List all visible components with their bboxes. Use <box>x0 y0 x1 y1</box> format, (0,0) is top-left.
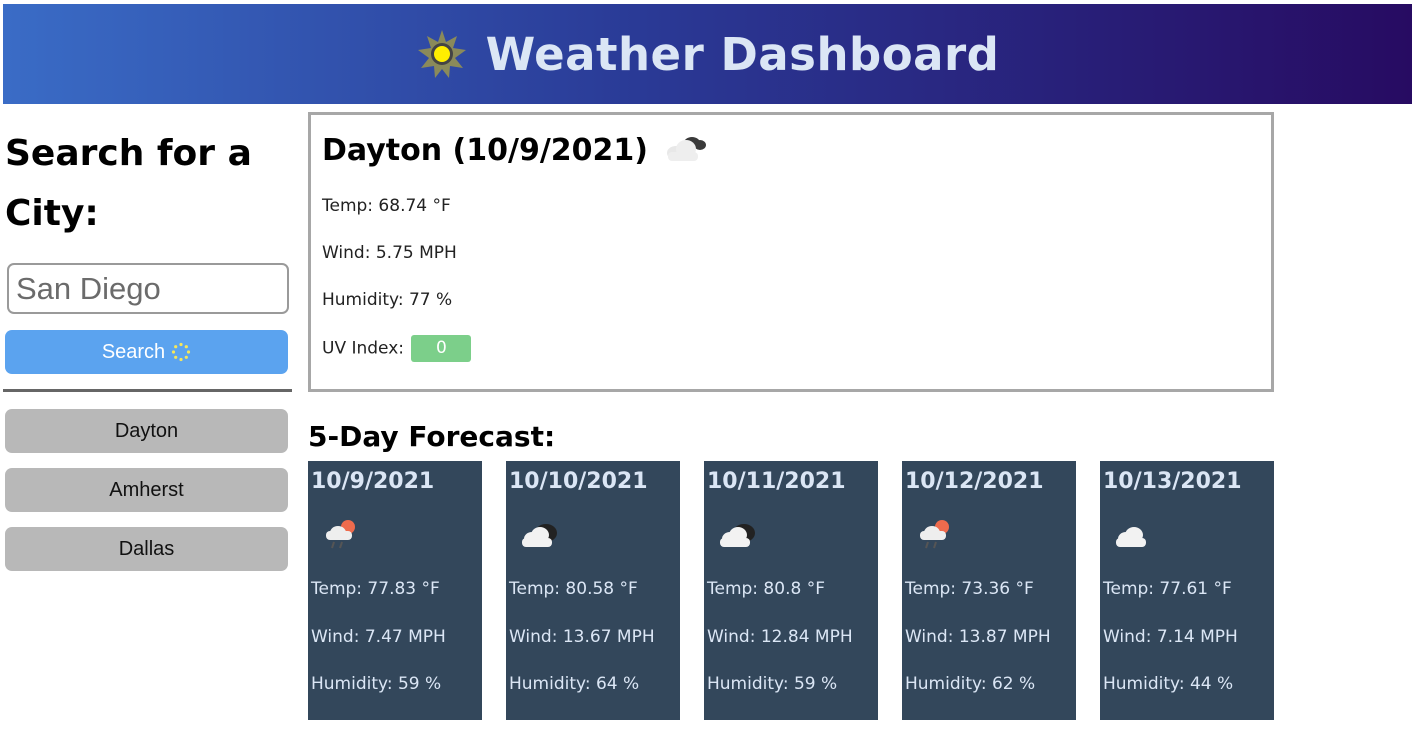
search-button[interactable]: Search <box>5 330 288 374</box>
forecast-wind: Wind: 7.47 MPH <box>311 627 446 647</box>
forecast-temp: Temp: 73.36 °F <box>905 579 1034 599</box>
forecast-temp: Temp: 77.83 °F <box>311 579 440 599</box>
forecast-date: 10/10/2021 <box>509 469 648 494</box>
uv-index-badge: 0 <box>411 335 472 362</box>
current-temp: Temp: 68.74 °F <box>322 196 451 216</box>
current-uv: UV Index: 0 <box>322 335 472 362</box>
history-button-amherst[interactable]: Amherst <box>5 468 288 512</box>
sidebar-divider <box>3 389 292 392</box>
cloudy-icon <box>720 524 755 547</box>
forecast-date: 10/12/2021 <box>905 469 1044 494</box>
cloudy-icon <box>522 524 557 547</box>
forecast-wind: Wind: 13.67 MPH <box>509 627 655 647</box>
uv-label: UV Index: <box>322 338 405 359</box>
cloud-icon <box>1116 527 1146 547</box>
forecast-humidity: Humidity: 62 % <box>905 674 1036 694</box>
forecast-humidity: Humidity: 44 % <box>1103 674 1234 694</box>
forecast-date: 10/11/2021 <box>707 469 846 494</box>
current-humidity: Humidity: 77 % <box>322 290 453 310</box>
current-city-date: Dayton (10/9/2021) <box>322 133 648 168</box>
page-title: Weather Dashboard <box>485 27 1000 81</box>
forecast-card: 10/11/2021 Temp: 80.8 °F Wind: 12.84 MPH… <box>704 461 878 720</box>
cloudy-icon <box>667 136 706 161</box>
rain-sun-icon <box>920 520 949 549</box>
forecast-heading: 5-Day Forecast: <box>308 420 556 453</box>
forecast-humidity: Humidity: 59 % <box>707 674 838 694</box>
sidebar: Search for a City: San Diego Search Dayt… <box>3 124 292 571</box>
search-button-label: Search <box>101 340 166 363</box>
forecast-card: 10/10/2021 Temp: 80.58 °F Wind: 13.67 MP… <box>506 461 680 720</box>
rain-sun-icon <box>326 520 355 549</box>
forecast-card: 10/9/2021 Temp: 77.83 °F Wind: 7.47 MPH … <box>308 461 482 720</box>
current-wind: Wind: 5.75 MPH <box>322 243 457 263</box>
forecast-humidity: Humidity: 64 % <box>509 674 640 694</box>
forecast-date: 10/13/2021 <box>1103 469 1242 494</box>
sun-icon <box>417 30 466 78</box>
forecast-card: 10/13/2021 Temp: 77.61 °F Wind: 7.14 MPH… <box>1100 461 1274 720</box>
current-weather-title: Dayton (10/9/2021) <box>322 133 708 168</box>
forecast-humidity: Humidity: 59 % <box>311 674 442 694</box>
loading-spinner-icon <box>172 342 191 362</box>
history-button-dallas[interactable]: Dallas <box>5 527 288 571</box>
forecast-temp: Temp: 77.61 °F <box>1103 579 1232 599</box>
forecast-wind: Wind: 13.87 MPH <box>905 627 1051 647</box>
current-weather-card: Dayton (10/9/2021) Temp: 68.74 °F Wind: … <box>308 112 1274 392</box>
city-search-input[interactable]: San Diego <box>7 263 289 314</box>
forecast-wind: Wind: 7.14 MPH <box>1103 627 1238 647</box>
forecast-date: 10/9/2021 <box>311 469 435 494</box>
history-button-dayton[interactable]: Dayton <box>5 409 288 453</box>
search-heading: Search for a City: <box>5 133 252 234</box>
forecast-card: 10/12/2021 Temp: 73.36 °F Wind: 13.87 MP… <box>902 461 1076 720</box>
page-header: Weather Dashboard <box>3 4 1412 104</box>
forecast-temp: Temp: 80.8 °F <box>707 579 825 599</box>
forecast-temp: Temp: 80.58 °F <box>509 579 638 599</box>
forecast-wind: Wind: 12.84 MPH <box>707 627 853 647</box>
